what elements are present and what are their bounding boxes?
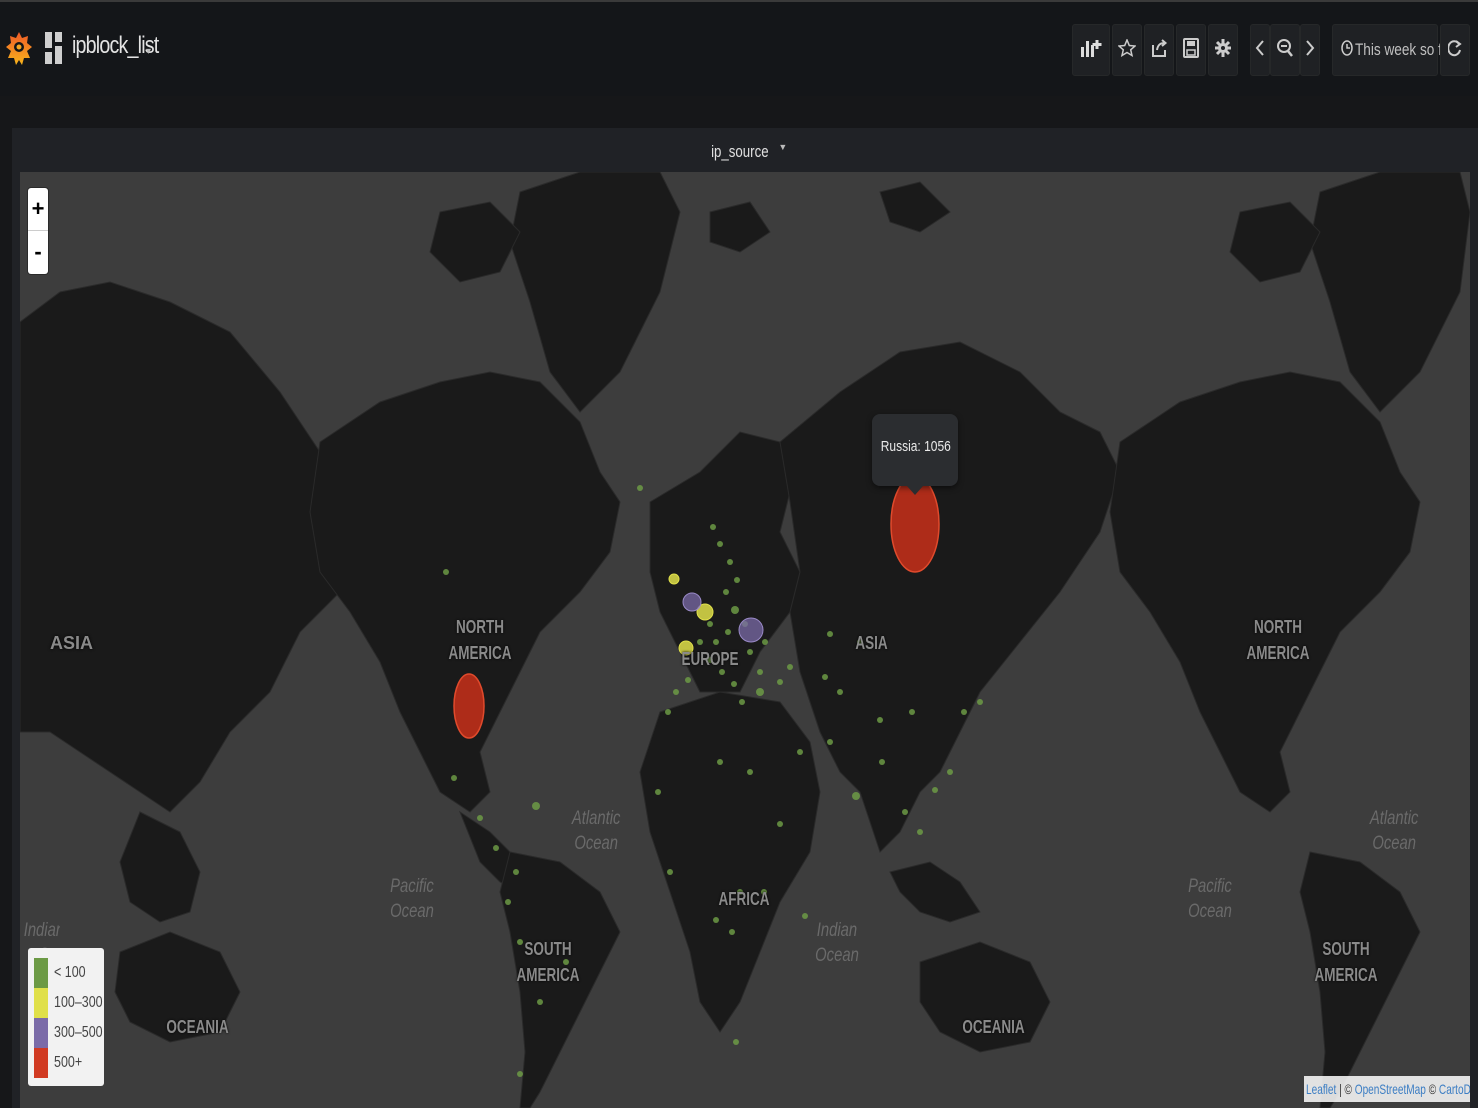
top-navbar: ipblock_list ▾ This week so far <box>0 0 1478 96</box>
settings-button[interactable] <box>1208 24 1238 76</box>
legend-label: < 100 <box>54 964 86 981</box>
legend-item: < 100 <box>34 958 100 988</box>
share-icon <box>1150 38 1168 63</box>
star-button[interactable] <box>1112 24 1142 76</box>
label-north-america: NORTH AMERICA <box>448 617 512 663</box>
add-panel-button[interactable] <box>1072 24 1110 76</box>
attribution-separator: | © <box>1336 1081 1355 1097</box>
map-attribution: Leaflet | © OpenStreetMap © CartoDB <box>1304 1076 1470 1102</box>
star-icon <box>1117 37 1137 62</box>
clock-icon <box>1341 39 1353 61</box>
leaflet-link[interactable]: Leaflet <box>1306 1081 1336 1097</box>
legend-item: 300–500 <box>34 1018 103 1048</box>
attribution-separator: © <box>1425 1081 1439 1097</box>
dashboard-grid-icon[interactable] <box>45 30 63 68</box>
legend-swatch <box>34 988 48 1018</box>
refresh-icon <box>1447 38 1462 63</box>
map-legend: < 100 100–300 300–500 500+ <box>28 948 104 1086</box>
label-south-america: SOUTH AMERICA <box>516 939 580 985</box>
map-zoom-controls: + - <box>28 188 48 274</box>
map-tooltip: Russia: 1056 <box>872 414 958 495</box>
legend-item: 500+ <box>34 1048 100 1078</box>
time-picker-button[interactable]: This week so far <box>1332 24 1454 76</box>
tooltip-arrow <box>907 486 923 495</box>
zoom-out-button[interactable]: - <box>28 231 48 273</box>
label-pacific-ocean-right: Pacific Ocean <box>1188 876 1232 922</box>
legend-swatch <box>34 1018 48 1048</box>
label-oceania-left: OCEANIA <box>166 1017 229 1037</box>
label-asia: ASIA <box>855 633 888 653</box>
legend-label: 500+ <box>54 1054 83 1071</box>
panel-title[interactable]: ip_source ▼ <box>12 142 1478 162</box>
tooltip-text: Russia: 1056 <box>880 438 951 455</box>
zoom-out-time-button[interactable] <box>1270 24 1300 76</box>
refresh-button[interactable] <box>1440 24 1470 76</box>
legend-label: 100–300 <box>54 994 103 1011</box>
label-atlantic-ocean: Atlantic Ocean <box>571 808 621 854</box>
label-asia-left: ASIA <box>50 633 94 653</box>
chevron-right-icon <box>1305 39 1315 62</box>
add-panel-icon <box>1079 37 1103 64</box>
zoom-out-icon <box>1276 38 1294 63</box>
label-pacific-ocean: Pacific Ocean <box>390 876 434 922</box>
legend-item: 100–300 <box>34 988 103 1018</box>
label-atlantic-ocean-right: Atlantic Ocean <box>1369 808 1419 854</box>
grafana-logo-icon[interactable] <box>6 24 32 72</box>
label-indian-ocean: Indian Ocean <box>815 920 859 966</box>
panel-title-text: ip_source <box>710 142 769 161</box>
legend-label: 300–500 <box>54 1024 103 1041</box>
caret-down-icon[interactable]: ▾ <box>146 46 151 57</box>
save-button[interactable] <box>1176 24 1206 76</box>
time-forward-button[interactable] <box>1300 24 1320 76</box>
label-south-america-right: SOUTH AMERICA <box>1314 939 1378 985</box>
caret-down-icon: ▼ <box>778 142 788 152</box>
openstreetmap-link[interactable]: OpenStreetMap <box>1355 1081 1426 1097</box>
chevron-left-icon <box>1255 39 1265 62</box>
save-icon <box>1183 37 1199 63</box>
cartodb-link[interactable]: CartoDB <box>1439 1081 1470 1097</box>
label-oceania-right: OCEANIA <box>962 1017 1025 1037</box>
zoom-in-button[interactable]: + <box>28 188 48 231</box>
time-back-button[interactable] <box>1250 24 1270 76</box>
gear-icon <box>1214 38 1232 63</box>
label-north-america-right: NORTH AMERICA <box>1246 617 1310 663</box>
world-map[interactable]: ASIA NORTH AMERICA EUROPE ASIA NORTH AMERI… <box>20 172 1470 1108</box>
share-button[interactable] <box>1144 24 1174 76</box>
label-africa: AFRICA <box>718 889 770 909</box>
label-europe: EUROPE <box>681 649 739 669</box>
legend-swatch <box>34 958 48 988</box>
legend-swatch <box>34 1048 48 1078</box>
